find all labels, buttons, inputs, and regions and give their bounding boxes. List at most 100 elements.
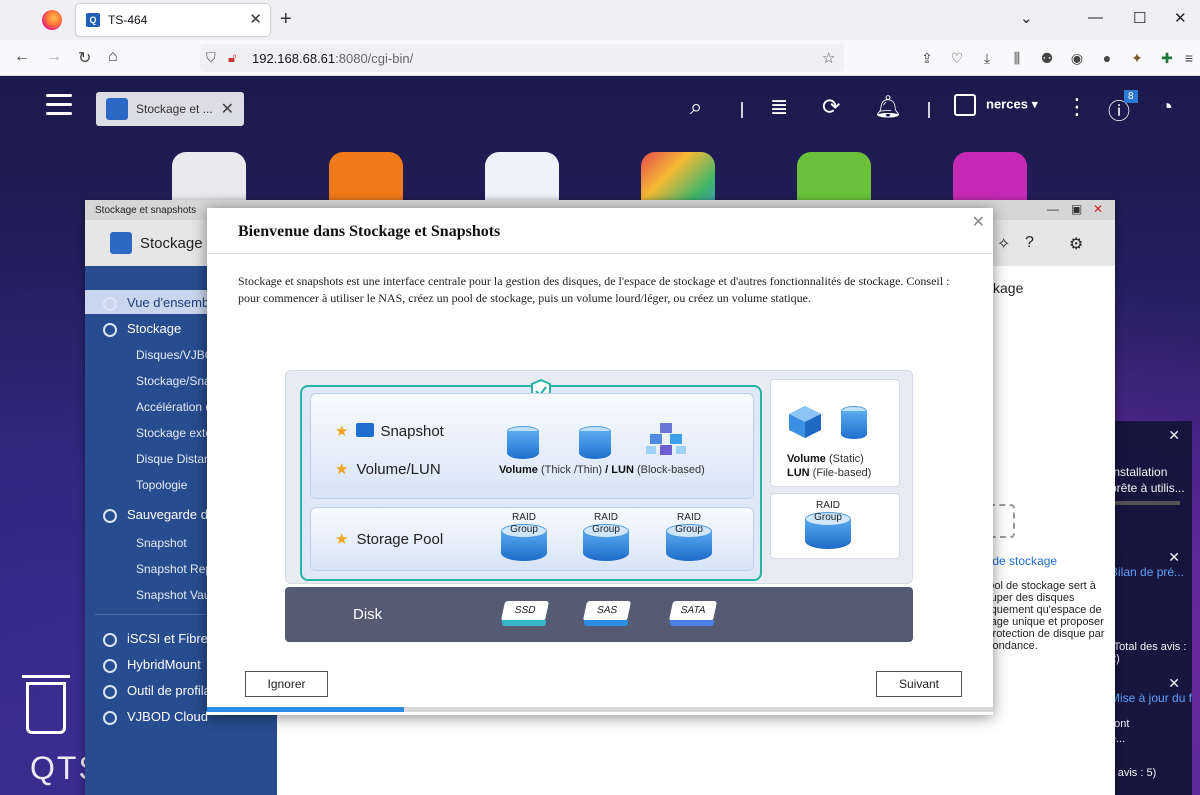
raid-text: Group (592, 524, 620, 535)
search-icon[interactable]: ⌕ (690, 94, 702, 120)
notification-close-icon[interactable]: ✕ (1168, 549, 1180, 566)
lun-blocks-icon (646, 423, 686, 455)
main-menu-icon[interactable] (46, 94, 72, 116)
divider (928, 102, 930, 118)
dialog-description: Stockage et snapshots est une interface … (238, 274, 950, 305)
maximize-icon[interactable]: ☐ (1133, 9, 1146, 27)
browser-tab[interactable]: Q TS-464 ✕ (76, 4, 270, 36)
storage-pool-layer: ★ Storage Pool RAID Group RAID Group RAID Gr… (310, 507, 754, 571)
extension-icon[interactable]: ⇪ (918, 49, 936, 67)
sidebar-item-label: Stockage (127, 321, 182, 336)
volume-word: Volume (499, 464, 538, 476)
username: nerces (986, 96, 1028, 112)
addon-icon[interactable]: ⚉ (1038, 49, 1056, 67)
window-maximize-icon[interactable]: ▣ (1071, 202, 1082, 216)
minimize-icon[interactable]: — (1088, 9, 1103, 26)
url-path: :8080/cgi-bin/ (335, 51, 414, 66)
url-bar[interactable]: ⛉ 🔓︎ 192.168.68.61:8080/cgi-bin/ ☆ (200, 44, 844, 72)
raid-text: Group (675, 524, 703, 535)
dashboard-gauge-icon[interactable]: ◔ (1160, 94, 1173, 120)
taskbar-close-icon[interactable]: ✕ (221, 99, 234, 119)
ssd-chip-icon: SSD (500, 601, 550, 627)
back-icon[interactable]: ← (14, 48, 30, 66)
url-text[interactable]: 192.168.68.61:8080/cgi-bin/ (252, 51, 413, 66)
volume-lun-text: Volume/LUN (356, 461, 441, 478)
addon-icon[interactable]: ● (1098, 49, 1116, 67)
vjbod-icon (103, 710, 117, 725)
addon-icon[interactable]: ✚ (1158, 49, 1176, 67)
wand-icon[interactable]: ✧ (997, 234, 1010, 254)
new-tab-icon[interactable]: + (280, 8, 292, 31)
forward-icon[interactable]: → (46, 48, 62, 66)
window-close-icon[interactable]: ✕ (1093, 202, 1103, 216)
window-close-icon[interactable]: ✕ (1174, 9, 1187, 27)
raid-text: Group (510, 524, 538, 535)
dialog-divider (207, 253, 993, 254)
ssd-icon (103, 684, 117, 699)
bookmark-star-icon[interactable]: ☆ (822, 49, 835, 67)
reload-icon[interactable]: ↻ (78, 48, 91, 68)
taskbar-app-tab[interactable]: Stockage et ... ✕ (96, 92, 244, 126)
disk-layer: Disk SSD SAS SATA (285, 587, 913, 642)
pocket-icon[interactable]: ♡ (948, 49, 966, 67)
storage-app-icon (110, 232, 132, 254)
window-minimize-icon[interactable]: — (1047, 202, 1059, 216)
storage-app-icon (106, 98, 128, 120)
dialog-title: Bienvenue dans Stockage et Snapshots (238, 223, 501, 240)
notification-close-icon[interactable]: ✕ (1168, 675, 1180, 692)
tab-close-icon[interactable]: ✕ (249, 10, 262, 28)
dialog-close-icon[interactable]: ✕ (972, 212, 985, 232)
menu-icon[interactable]: ≡ (1180, 49, 1198, 67)
library-icon[interactable]: ⫼ (1008, 49, 1026, 67)
user-menu[interactable]: nerces ▾ (954, 94, 1038, 116)
tasks-icon[interactable]: ≣ (770, 94, 788, 120)
snapshot-label: ★ Snapshot (335, 423, 444, 440)
disk-type-text: SSD (500, 601, 550, 621)
raid-text: Group (814, 512, 842, 523)
raid-group-icon: RAID Group (583, 512, 629, 566)
static-volume-cube-icon (789, 406, 821, 438)
volume-layer: ★ Snapshot ★ Volume/LUN Volume (Thick /Thi… (310, 393, 754, 499)
trash-icon[interactable] (22, 675, 70, 734)
notification-title: Installation (1110, 465, 1168, 479)
static-lun-detail: (File-based) (809, 467, 872, 479)
sync-icon[interactable]: ⟳ (822, 94, 840, 120)
storage-pool-text: Storage Pool (356, 531, 444, 548)
shield-icon[interactable]: ⛉ (206, 50, 216, 66)
snapshot-icon (356, 423, 375, 437)
lun-detail: (Block-based) (633, 464, 705, 476)
url-host: 192.168.68.61 (252, 51, 336, 66)
insecure-lock-icon[interactable]: 🔓︎ (228, 50, 236, 66)
notification-bell-icon[interactable]: 🔔︎ (874, 94, 902, 120)
raid-group-icon: RAID Group (805, 500, 851, 554)
skip-button[interactable]: Ignorer (245, 671, 328, 697)
database-icon (103, 322, 117, 337)
sata-chip-icon: SATA (668, 601, 718, 627)
addon-icon[interactable]: ✦ (1128, 49, 1146, 67)
static-lun-word: LUN (787, 467, 810, 479)
disk-label: Disk (353, 606, 383, 623)
cloud-icon (103, 658, 117, 673)
static-volume-word: Volume (787, 453, 826, 465)
home-icon[interactable]: ⌂ (108, 48, 118, 66)
raid-text: RAID (677, 512, 701, 523)
notification-body: prête à utilis... (1110, 481, 1185, 495)
download-icon[interactable]: ⤓ (978, 49, 996, 67)
wizard-progress-fill (207, 707, 404, 712)
tab-list-chevron-icon[interactable]: ⌄ (1020, 9, 1033, 27)
addon-icon[interactable]: ◉ (1068, 49, 1086, 67)
welcome-dialog: Bienvenue dans Stockage et Snapshots ✕ S… (207, 208, 993, 715)
qts-top-bar: Stockage et ... ✕ ⌕ ≣ ⟳ 🔔︎ nerces ▾ ⋮ ⓘ … (0, 76, 1200, 140)
volume-types-caption: Volume (Thick /Thin) / LUN (Block-based) (499, 464, 705, 476)
next-button[interactable]: Suivant (876, 671, 962, 697)
help-icon[interactable]: ? (1025, 234, 1034, 252)
thin-thick-stack: ★ Snapshot ★ Volume/LUN Volume (Thick /Thi… (300, 379, 762, 581)
notification-close-icon[interactable]: ✕ (1168, 427, 1180, 444)
storage-pool-label: ★ Storage Pool (335, 531, 444, 548)
notification-count-badge: 8 (1124, 90, 1138, 103)
volume-lun-label: ★ Volume/LUN (335, 461, 441, 478)
more-options-icon[interactable]: ⋮ (1066, 94, 1088, 120)
wizard-progress-bar (207, 707, 993, 712)
firefox-icon[interactable] (42, 10, 62, 30)
settings-gear-icon[interactable]: ⚙ (1069, 234, 1083, 254)
